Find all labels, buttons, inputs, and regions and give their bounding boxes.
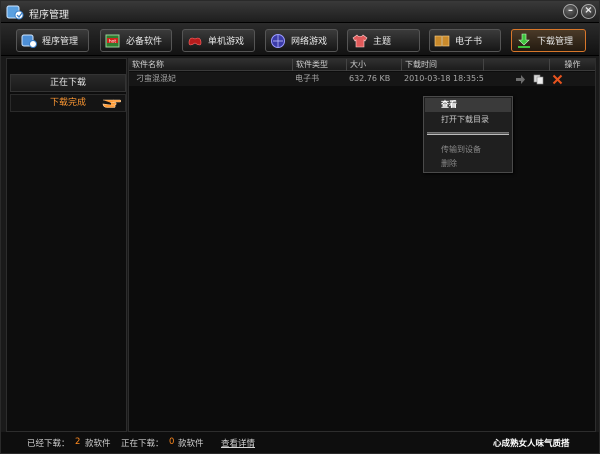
menu-item-view[interactable]: 查看 (425, 98, 511, 112)
context-menu: 查看 打开下载目录 传输到设备 删除 (423, 96, 513, 173)
sidebar-item-downloading[interactable]: 正在下载 (10, 74, 126, 92)
close-button[interactable]: × (581, 4, 596, 19)
column-header-name[interactable]: 软件名称 (129, 59, 293, 71)
program-manager-icon (21, 33, 37, 49)
view-details-link[interactable]: 查看详情 (221, 437, 255, 449)
minimize-button[interactable]: – (563, 4, 578, 19)
pointing-hand-icon (102, 95, 122, 111)
downloaded-unit: 款软件 (85, 439, 111, 449)
tab-program-manager[interactable]: 程序管理 (16, 29, 89, 52)
title-bar[interactable]: 程序管理 – × (1, 1, 599, 23)
toolbar: 程序管理 hot 必备软件 单机游戏 网络游戏 主题 电子书 下载管理 (1, 23, 599, 56)
tab-label: 必备软件 (126, 37, 163, 47)
downloading-count: 0 (169, 437, 175, 447)
tab-essential-software[interactable]: hot 必备软件 (100, 29, 172, 52)
cell-size: 632.76 KB (349, 74, 391, 83)
tab-label: 电子书 (455, 37, 483, 47)
tab-label: 主题 (373, 37, 392, 47)
ebook-icon (434, 33, 450, 49)
online-game-icon (270, 33, 286, 49)
cell-name: 刁蛮混混妃 (136, 74, 176, 83)
tab-label: 单机游戏 (208, 37, 245, 47)
sidebar: 正在下载 下载完成 (6, 58, 127, 432)
tab-label: 下载管理 (537, 37, 574, 47)
theme-shirt-icon (352, 33, 368, 49)
tab-single-player-games[interactable]: 单机游戏 (182, 29, 255, 52)
transfer-arrow-icon[interactable] (515, 74, 526, 85)
column-header-actions: 操作 (564, 60, 581, 69)
slogan-text[interactable]: 心成熟女人味气质搭 (493, 437, 570, 449)
gamepad-icon (187, 33, 203, 49)
sidebar-item-label: 正在下载 (49, 78, 86, 88)
tab-download-manager[interactable]: 下载管理 (511, 29, 586, 52)
app-window: 程序管理 – × 程序管理 hot 必备软件 单机游戏 网络游戏 主题 电子书 … (0, 0, 600, 454)
hot-software-icon: hot (105, 33, 121, 49)
cell-type: 电子书 (295, 74, 319, 83)
delete-icon[interactable] (552, 74, 563, 85)
column-header-time[interactable]: 下载时间 (402, 59, 484, 71)
cell-time: 2010-03-18 18:35:5 (404, 74, 484, 83)
open-file-icon[interactable] (533, 74, 544, 85)
downloaded-count: 2 (75, 437, 81, 447)
sidebar-item-label: 下载完成 (49, 98, 86, 108)
downloaded-label: 已经下载： (27, 439, 70, 449)
tab-themes[interactable]: 主题 (347, 29, 420, 52)
table-header: 软件名称 软件类型 大小 下载时间 操作 (129, 59, 595, 71)
tab-ebooks[interactable]: 电子书 (429, 29, 501, 52)
column-header-size[interactable]: 大小 (347, 59, 402, 71)
tab-online-games[interactable]: 网络游戏 (265, 29, 338, 52)
table-row[interactable]: 刁蛮混混妃 电子书 632.76 KB 2010-03-18 18:35:5 (129, 72, 595, 86)
download-icon (516, 33, 532, 49)
downloading-unit: 款软件 (178, 439, 204, 449)
tab-label: 网络游戏 (291, 37, 328, 47)
column-header-type[interactable]: 软件类型 (293, 59, 347, 71)
app-icon (6, 4, 24, 20)
menu-separator (427, 132, 509, 135)
downloading-label: 正在下载： (121, 439, 164, 449)
column-header-spacer (484, 59, 550, 71)
sidebar-item-completed[interactable]: 下载完成 (10, 94, 126, 112)
menu-item-delete[interactable]: 删除 (425, 157, 511, 171)
menu-item-open-folder[interactable]: 打开下载目录 (425, 113, 511, 127)
menu-item-transfer-to-device[interactable]: 传输到设备 (425, 143, 511, 157)
svg-text:hot: hot (109, 38, 117, 44)
status-bar: 已经下载： 2 款软件 正在下载： 0 款软件 查看详情 心成熟女人味气质搭 (1, 432, 599, 453)
download-list: 软件名称 软件类型 大小 下载时间 操作 刁蛮混混妃 电子书 632.76 KB… (128, 58, 596, 432)
tab-label: 程序管理 (42, 37, 79, 47)
window-title: 程序管理 (29, 10, 69, 21)
